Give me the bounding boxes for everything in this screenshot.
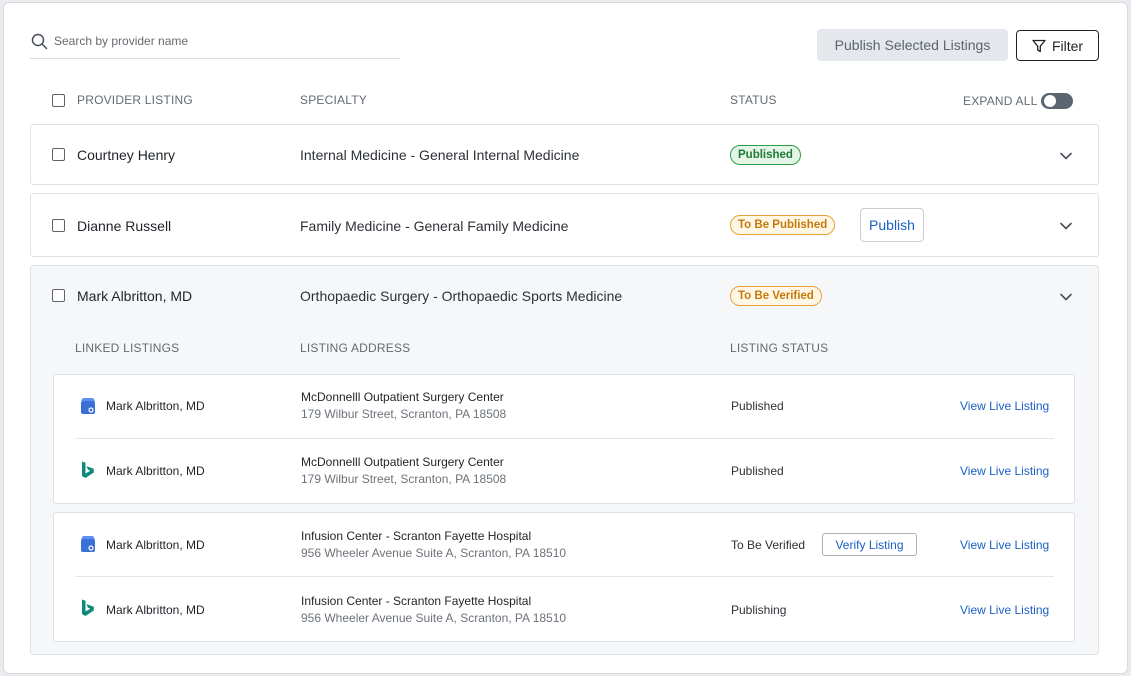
bing-icon <box>82 599 94 616</box>
provider-listings-panel: Publish Selected Listings Filter PROVIDE… <box>3 2 1128 674</box>
provider-row[interactable]: Courtney Henry Internal Medicine - Gener… <box>30 124 1099 185</box>
status-badge: Published <box>730 145 801 165</box>
col-listing-status: LISTING STATUS <box>730 341 829 355</box>
publish-selected-button[interactable]: Publish Selected Listings <box>817 29 1008 61</box>
filter-label: Filter <box>1051 37 1084 54</box>
col-specialty: SPECIALTY <box>300 93 367 107</box>
status-badge: To Be Published <box>730 215 836 235</box>
row-checkbox[interactable] <box>52 148 65 161</box>
col-provider-listing: PROVIDER LISTING <box>77 93 193 107</box>
provider-name: Dianne Russell <box>77 218 172 234</box>
linked-listings-group: Mark Albritton, MD Infusion Center - Scr… <box>53 512 1075 642</box>
linked-listing-name: Mark Albritton, MD <box>106 464 205 478</box>
listing-address-line2: 179 Wilbur Street, Scranton, PA 18508 <box>301 472 507 486</box>
linked-listings-group: Mark Albritton, MD McDonnelll Outpatient… <box>53 374 1075 504</box>
linked-listing-name: Mark Albritton, MD <box>106 538 205 552</box>
status-badge: To Be Verified <box>730 286 822 306</box>
provider-name: Courtney Henry <box>77 147 176 163</box>
chevron-down-icon[interactable] <box>1059 151 1073 161</box>
bing-icon <box>82 461 94 478</box>
row-checkbox[interactable] <box>52 289 65 302</box>
select-all-checkbox[interactable] <box>52 94 65 107</box>
listing-address-line2: 956 Wheeler Avenue Suite A, Scranton, PA… <box>301 546 567 560</box>
view-live-listing-link[interactable]: View Live Listing <box>960 399 1049 413</box>
linked-listing-row: Mark Albritton, MD Infusion Center - Scr… <box>54 513 1074 577</box>
google-business-icon <box>81 536 95 552</box>
listing-status: Publishing <box>731 603 787 617</box>
col-linked-listings: LINKED LISTINGS <box>75 341 180 355</box>
row-checkbox[interactable] <box>52 219 65 232</box>
provider-specialty: Family Medicine - General Family Medicin… <box>300 218 569 234</box>
col-status: STATUS <box>730 93 777 107</box>
view-live-listing-link[interactable]: View Live Listing <box>960 538 1049 552</box>
publish-button[interactable]: Publish <box>860 208 924 242</box>
listing-status: To Be Verified <box>731 538 806 552</box>
provider-specialty: Orthopaedic Surgery - Orthopaedic Sports… <box>300 288 623 304</box>
linked-listing-name: Mark Albritton, MD <box>106 399 205 413</box>
provider-row-expanded[interactable]: Mark Albritton, MD Orthopaedic Surgery -… <box>30 265 1099 655</box>
listing-address-line1: Infusion Center - Scranton Fayette Hospi… <box>301 529 532 543</box>
google-business-icon <box>81 398 95 414</box>
chevron-down-icon[interactable] <box>1059 221 1073 231</box>
provider-row[interactable]: Dianne Russell Family Medicine - General… <box>30 193 1099 257</box>
verify-listing-button[interactable]: Verify Listing <box>822 533 917 556</box>
chevron-down-icon[interactable] <box>1059 292 1073 302</box>
expand-all-toggle[interactable] <box>1041 93 1073 109</box>
view-live-listing-link[interactable]: View Live Listing <box>960 603 1049 617</box>
listing-address-line1: McDonnelll Outpatient Surgery Center <box>301 455 504 469</box>
linked-listing-row: Mark Albritton, MD McDonnelll Outpatient… <box>54 375 1074 439</box>
linked-listing-row: Mark Albritton, MD Infusion Center - Scr… <box>54 577 1074 641</box>
view-live-listing-link[interactable]: View Live Listing <box>960 464 1049 478</box>
search-input[interactable] <box>54 31 384 51</box>
listing-address-line1: McDonnelll Outpatient Surgery Center <box>301 390 504 404</box>
search-bar <box>30 29 400 59</box>
linked-listing-name: Mark Albritton, MD <box>106 603 205 617</box>
filter-button[interactable]: Filter <box>1016 30 1099 61</box>
listing-address-line2: 956 Wheeler Avenue Suite A, Scranton, PA… <box>301 611 567 625</box>
col-listing-address: LISTING ADDRESS <box>300 341 411 355</box>
listing-address-line1: Infusion Center - Scranton Fayette Hospi… <box>301 594 532 608</box>
linked-listing-row: Mark Albritton, MD McDonnelll Outpatient… <box>54 439 1074 503</box>
provider-specialty: Internal Medicine - General Internal Med… <box>300 147 580 163</box>
search-icon <box>31 33 48 50</box>
listing-status: Published <box>731 464 784 478</box>
listing-address-line2: 179 Wilbur Street, Scranton, PA 18508 <box>301 407 507 421</box>
expand-all-label: EXPAND ALL <box>963 94 1038 108</box>
provider-name: Mark Albritton, MD <box>77 288 193 304</box>
filter-icon <box>1032 39 1046 52</box>
listing-status: Published <box>731 399 784 413</box>
